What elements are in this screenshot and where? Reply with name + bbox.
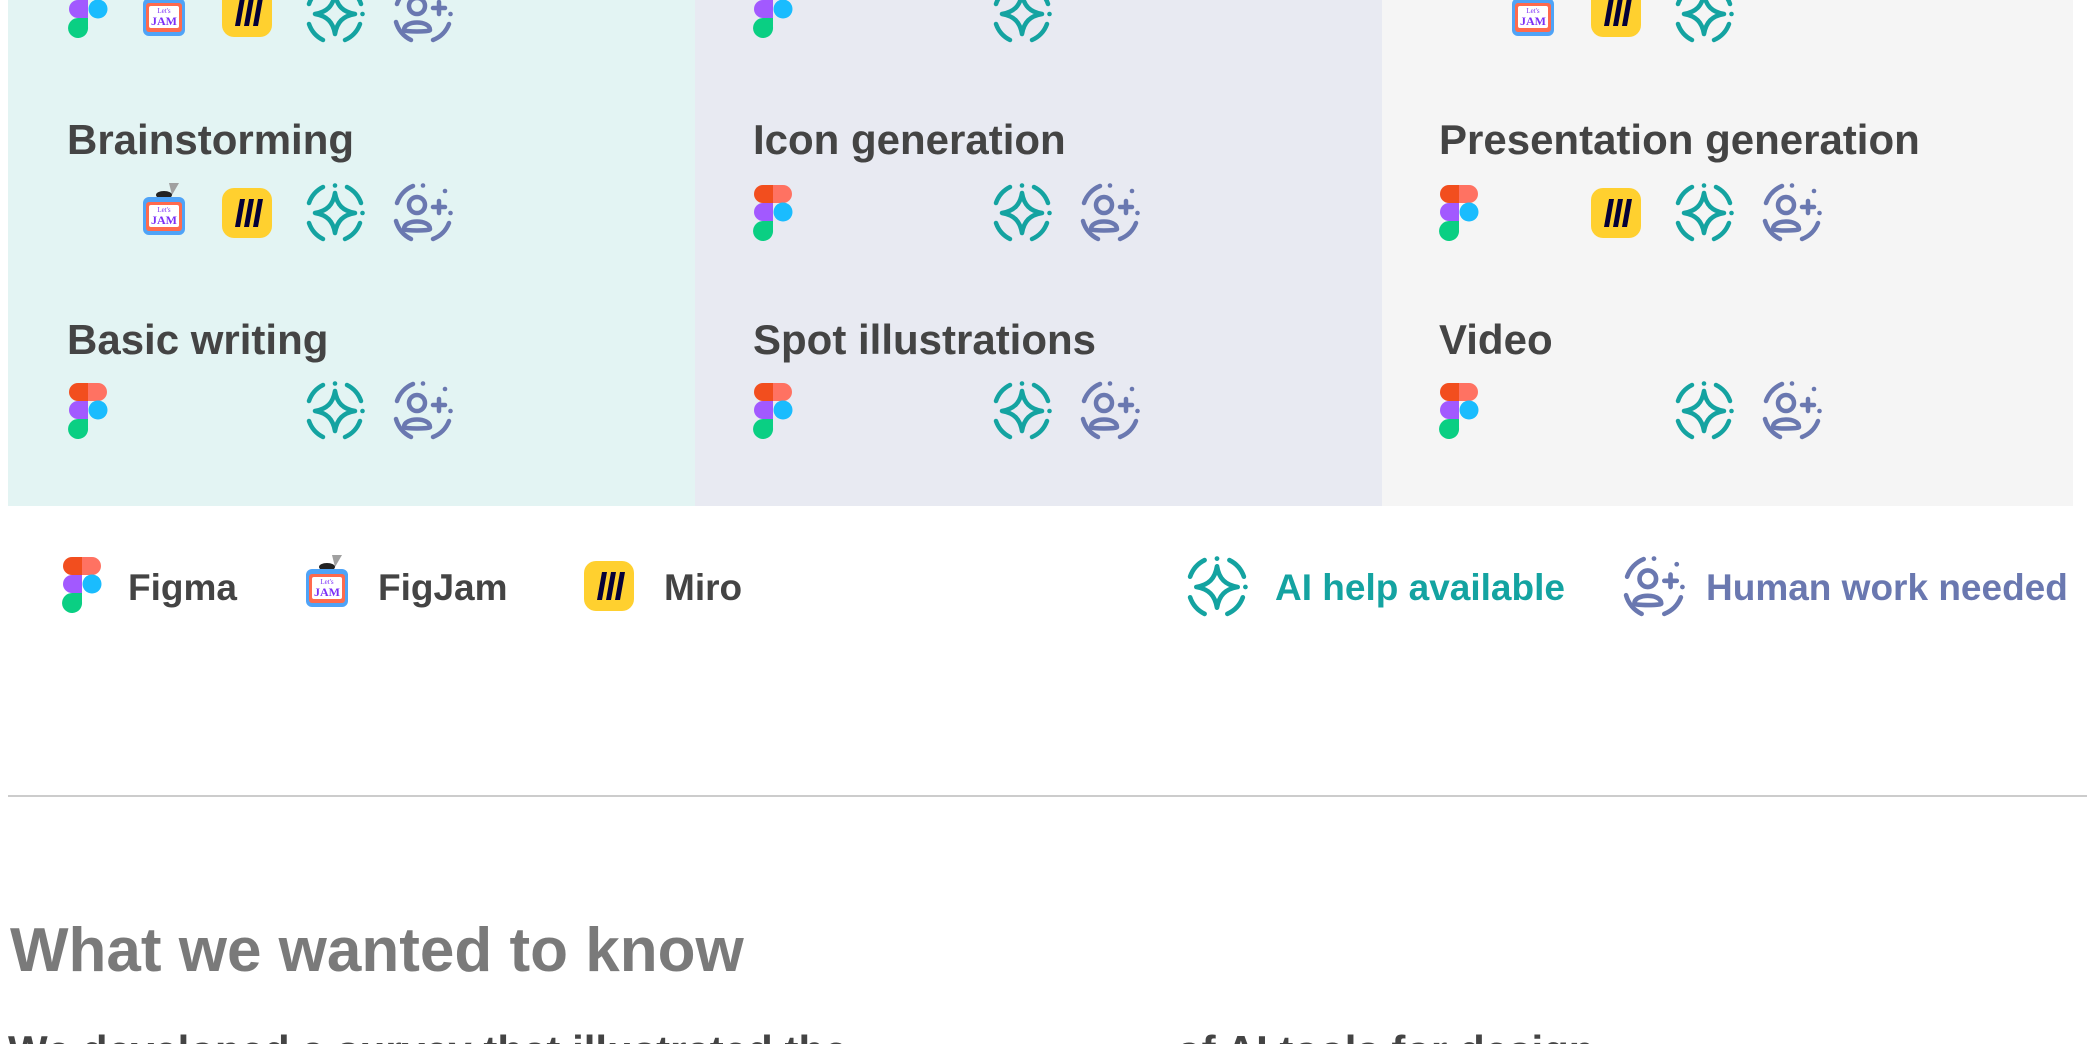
body-text-cut-left: We developed a survey that illustrated t… — [8, 1030, 847, 1044]
legend-label-figma: Figma — [128, 567, 237, 608]
section-divider — [8, 795, 2087, 797]
legend-label-human: Human work needed — [1706, 567, 2068, 608]
figma-icon — [68, 0, 108, 38]
tool-matrix: Brainstorming Basic writing Icon generat… — [8, 0, 2073, 506]
human-work-icon — [393, 381, 453, 441]
ai-help-icon — [1674, 381, 1734, 441]
ai-help-icon — [992, 183, 1052, 243]
legend-label-ai: AI help available — [1275, 567, 1565, 608]
section-heading: What we wanted to know — [10, 916, 744, 985]
row-title-video: Video — [1439, 316, 1553, 363]
figma-icon — [753, 185, 793, 241]
miro-icon — [1590, 187, 1642, 239]
column-teal: Brainstorming Basic writing — [8, 0, 695, 506]
ai-help-icon — [992, 381, 1052, 441]
column-lavender: Icon generation Spot illustrations — [695, 0, 1382, 506]
row-title-spot-illustrations: Spot illustrations — [753, 316, 1097, 363]
ai-help-icon — [992, 0, 1052, 44]
figma-icon — [753, 383, 793, 439]
figjam-icon — [139, 181, 189, 237]
figjam-icon — [1508, 0, 1558, 38]
human-work-icon — [1762, 183, 1822, 243]
human-work-icon — [1080, 381, 1140, 441]
row-title-basic-writing: Basic writing — [67, 316, 329, 363]
legend-label-figjam: FigJam — [378, 567, 508, 608]
miro-icon — [583, 560, 635, 612]
figma-icon — [62, 557, 102, 613]
human-work-icon — [1762, 381, 1822, 441]
figjam-icon — [302, 551, 352, 611]
figma-icon — [68, 383, 108, 439]
body-text-cut-right: of AI tools for design — [1176, 1030, 1594, 1044]
row-title-presentation-generation: Presentation generation — [1439, 116, 1920, 163]
miro-icon — [221, 187, 273, 239]
human-work-icon — [393, 0, 453, 44]
miro-icon — [221, 0, 273, 38]
ai-help-icon — [305, 0, 365, 44]
figma-icon — [1439, 383, 1479, 439]
ai-help-icon — [1186, 556, 1248, 618]
human-work-icon — [1080, 183, 1140, 243]
figma-icon — [1439, 185, 1479, 241]
human-work-icon — [1623, 556, 1685, 618]
ai-help-icon — [1674, 183, 1734, 243]
row-title-icon-generation: Icon generation — [753, 116, 1066, 163]
legend-label-miro: Miro — [664, 567, 743, 608]
ai-help-icon — [1674, 0, 1734, 44]
ai-help-icon — [305, 183, 365, 243]
ai-help-icon — [305, 381, 365, 441]
miro-icon — [1590, 0, 1642, 38]
figjam-icon — [139, 0, 189, 38]
column-gray: Presentation generation Video — [1382, 0, 2073, 506]
figma-icon — [753, 0, 793, 38]
human-work-icon — [393, 183, 453, 243]
row-title-brainstorming: Brainstorming — [67, 116, 355, 163]
